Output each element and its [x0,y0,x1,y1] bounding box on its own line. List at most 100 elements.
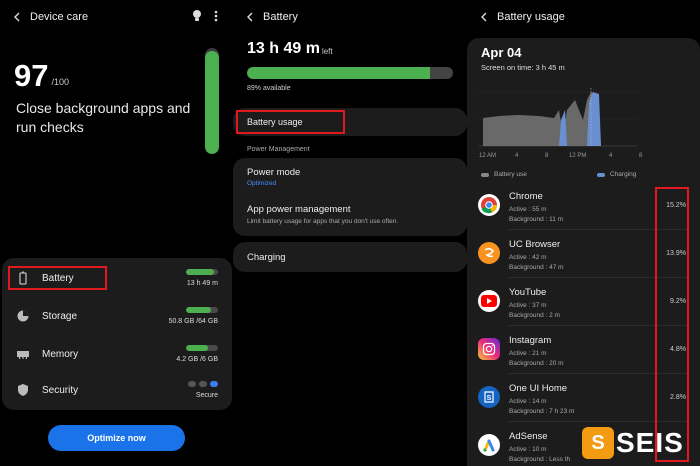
more-options-icon[interactable] [213,9,219,23]
back-button[interactable] [241,8,259,26]
battery-available-text: 89% available [247,85,291,92]
page-title: Battery [263,11,298,23]
charging-item[interactable]: Charging [233,242,467,272]
care-item-label: Storage [42,310,78,322]
legend-swatch [481,172,489,177]
power-mode-item[interactable]: Power mode Optimized [233,158,467,194]
battery-level-bar [186,269,218,275]
care-item-label: Memory [42,348,79,360]
x-tick-label: 8 [545,153,549,159]
watermark-text: SEIS [616,427,684,458]
x-tick-label: 12 PM [569,153,586,159]
care-item-value: 13 h 49 m [186,280,218,287]
page-title: Device care [30,11,89,23]
battery-level-bar [247,67,453,79]
score-meter [205,48,219,154]
watermark-icon: S [582,427,614,459]
app-power-desc: Limit battery usage for apps that you do… [247,218,399,225]
legend-battery-use: Battery use [481,171,527,178]
time-left-suffix: left [321,47,333,56]
score-message: Close background apps and run checks [16,100,191,135]
app-active-time: Active : 42 m [509,254,547,261]
svg-text:S: S [487,395,492,402]
screen-on-time: Screen on time: 3 h 45 m [481,63,565,72]
status-dot [188,381,196,387]
status-dot [199,381,207,387]
optimize-now-button[interactable]: Optimize now [48,425,185,451]
lightbulb-icon[interactable] [191,9,203,23]
app-name: Chrome [509,191,543,202]
battery-usage-highlight-box [236,110,345,134]
back-button[interactable] [8,8,26,26]
device-care-screen: Device care 97 /100 Close background app… [0,0,233,466]
section-label: Power Management [247,146,310,153]
storage-icon [17,310,29,322]
chevron-left-icon [14,12,20,22]
battery-level-fill [186,269,215,275]
app-active-time: Active : 21 m [509,350,547,357]
storage-level-fill [186,307,212,313]
back-button[interactable] [475,8,493,26]
app-active-time: Active : 14 m [509,398,547,405]
legend-label: Battery use [494,171,527,178]
app-name: AdSense [509,431,548,442]
chevron-left-icon [247,12,253,22]
power-management-card: Power mode Optimized App power managemen… [233,158,467,236]
legend-label: Charging [610,171,637,178]
care-item-value: 4.2 GB /6 GB [176,356,218,363]
app-active-time: Active : 37 m [509,302,547,309]
storage-level-bar [186,307,218,313]
care-item-security[interactable]: Security Secure [2,372,232,408]
care-item-storage[interactable]: Storage 50.8 GB /64 GB [2,298,232,334]
battery-use-area [483,92,601,146]
app-name: UC Browser [509,239,561,250]
x-tick-label: 12 AM [479,153,496,159]
care-item-label: Security [42,384,79,396]
battery-time-left: 13 h 49 m left [247,40,333,58]
app-power-title: App power management [247,204,351,215]
percentages-highlight-box [655,187,689,462]
care-item-value: Secure [195,392,218,399]
app-active-time: Active : 55 m [509,206,547,213]
score-max: /100 [51,77,70,87]
page-title: Battery usage [497,11,565,23]
app-background-time: Background : 20 m [509,360,564,367]
app-background-time: Background : 7 h 23 m [509,408,575,415]
app-background-time: Background : Less th [509,456,571,463]
care-item-memory[interactable]: Memory 4.2 GB /6 GB [2,336,232,372]
app-active-time: Active : 10 m [509,446,547,453]
chrome-icon [478,194,500,216]
power-mode-value: Optimized [247,180,277,187]
security-status-dots [188,381,218,387]
app-power-management-item[interactable]: App power management Limit battery usage… [233,196,467,236]
adsense-icon [478,434,500,456]
battery-highlight-box [8,266,107,290]
device-score: 97 /100 [14,60,69,91]
x-tick-label: 4 [515,153,519,159]
battery-level-fill [247,67,431,79]
one-ui-home-icon: S [478,386,500,408]
memory-icon [17,351,29,359]
time-left-value: 13 h 49 m [247,40,320,57]
memory-level-fill [186,345,209,351]
power-mode-title: Power mode [247,167,301,178]
app-name: Instagram [509,335,552,346]
chevron-left-icon [481,12,487,22]
usage-date: Apr 04 [481,45,522,60]
watermark-logo: S SEIS [582,425,694,461]
youtube-icon [478,290,500,312]
app-background-time: Background : 2 m [509,312,560,319]
x-tick-label: 4 [609,153,613,159]
battery-usage-chart: 12 AM 4 8 12 PM 4 8 [479,88,643,159]
care-item-value: 50.8 GB /64 GB [168,318,218,325]
legend-charging: Charging [597,171,636,178]
app-name: YouTube [509,287,547,298]
memory-level-bar [186,345,218,351]
battery-header: Battery [233,8,467,26]
app-name: One UI Home [509,383,568,394]
battery-usage-header: Battery usage [467,8,700,26]
shield-icon [18,384,28,396]
battery-screen: Battery 13 h 49 m left 89% available Bat… [233,0,467,466]
status-dot-active [210,381,218,387]
score-value: 97 [14,58,49,93]
